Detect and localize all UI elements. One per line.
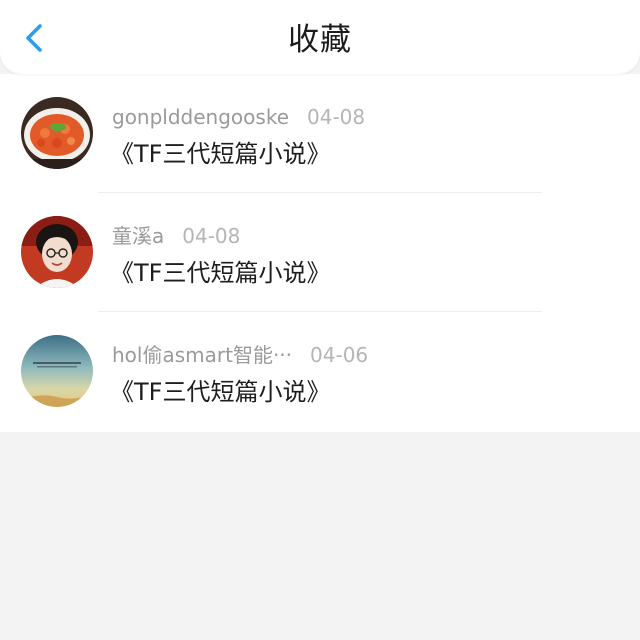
item-meta: hol偷asmart智能··· 04-06	[112, 341, 368, 369]
date-label: 04-06	[310, 343, 369, 367]
favorites-screen: 收藏 gonplddengooske 04-08 《TF三代短篇小说》 童溪a …	[0, 0, 640, 640]
item-title[interactable]: 《TF三代短篇小说》	[110, 374, 330, 410]
date-label: 04-08	[182, 224, 241, 248]
header-bar: 收藏	[0, 0, 640, 74]
item-meta: 童溪a 04-08	[112, 222, 240, 250]
item-meta: gonplddengooske 04-08	[112, 103, 365, 131]
list-item[interactable]: gonplddengooske 04-08 《TF三代短篇小说》	[0, 74, 640, 193]
list-item[interactable]: hol偷asmart智能··· 04-06 《TF三代短篇小说》	[0, 312, 640, 431]
username[interactable]: hol偷asmart智能···	[112, 343, 292, 367]
username[interactable]: gonplddengooske	[112, 105, 289, 129]
food-dish-avatar[interactable]	[21, 97, 93, 169]
sky-landscape-avatar[interactable]	[21, 335, 93, 407]
food-dish-icon	[21, 97, 93, 169]
person-portrait-icon	[21, 216, 93, 288]
item-title[interactable]: 《TF三代短篇小说》	[110, 136, 330, 172]
item-title[interactable]: 《TF三代短篇小说》	[110, 255, 330, 291]
favorites-list: gonplddengooske 04-08 《TF三代短篇小说》 童溪a 04-…	[0, 74, 640, 432]
page-title: 收藏	[288, 22, 352, 58]
username[interactable]: 童溪a	[112, 224, 164, 248]
sky-landscape-icon	[21, 335, 93, 407]
date-label: 04-08	[307, 105, 366, 129]
list-item[interactable]: 童溪a 04-08 《TF三代短篇小说》	[0, 193, 640, 312]
person-portrait-avatar[interactable]	[21, 216, 93, 288]
